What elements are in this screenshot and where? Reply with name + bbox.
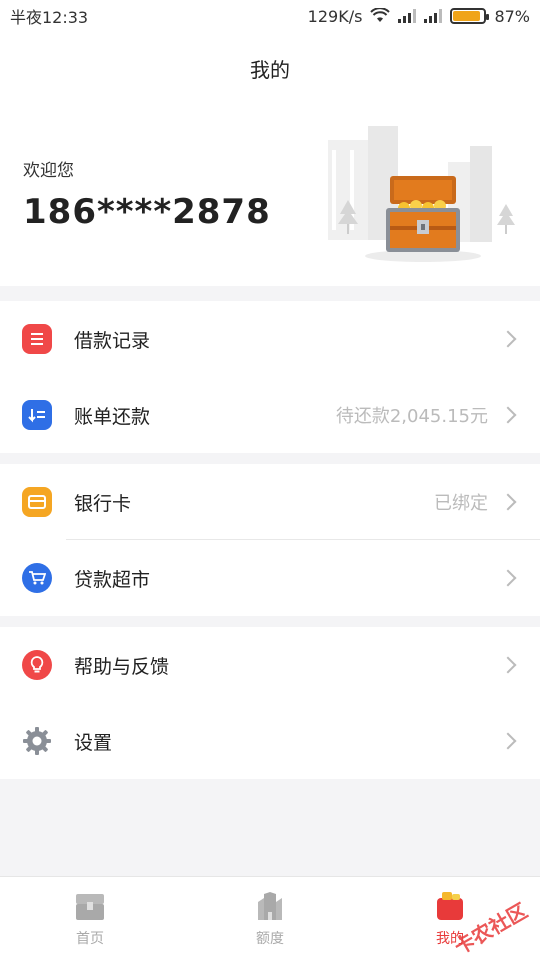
chevron-right-icon [499,406,517,424]
gear-icon [22,726,52,756]
menu-label-loan-market: 贷款超市 [74,568,151,591]
menu-item-bill-repay[interactable]: 账单还款 待还款2,045.15元 [0,377,540,453]
menu-value-bank-card: 已绑定 [434,493,488,514]
status-right: 129K/s 87% [308,7,530,26]
list-icon [22,324,52,354]
battery-fill [453,11,480,21]
wifi-icon [370,8,391,22]
home-chest-icon [76,893,104,920]
lightbulb-icon [22,650,52,680]
menu-item-bank-card[interactable]: 银行卡 已绑定 [0,464,540,540]
tab-quota[interactable]: 额度 [180,877,360,960]
chevron-right-icon [499,569,517,587]
menu-value-bill-repay: 待还款2,045.15元 [335,406,488,427]
tab-label-quota: 额度 [256,930,284,947]
tab-label-home: 首页 [76,930,104,947]
profile-gift-icon [437,891,463,920]
chevron-right-icon [499,493,517,511]
building-icon [258,891,282,920]
chevron-right-icon [499,732,517,750]
shopping-cart-icon [22,563,52,593]
menu-item-loan-market[interactable]: 贷款超市 [0,540,540,616]
battery-percent: 87% [494,6,530,26]
signal-icon [398,9,417,23]
status-time: 半夜12:33 [10,8,89,27]
chevron-right-icon [499,330,517,348]
bank-card-icon [22,487,52,517]
menu-label-help: 帮助与反馈 [74,655,170,678]
repay-icon [22,400,52,430]
menu-group-cards: 银行卡 已绑定 贷款超市 [0,464,540,616]
chevron-right-icon [499,656,517,674]
menu-label-settings: 设置 [74,731,113,754]
menu-item-help[interactable]: 帮助与反馈 [0,627,540,703]
status-bar: 半夜12:33 129K/s 87% [0,0,540,32]
menu-item-settings[interactable]: 设置 [0,703,540,779]
nav-bar: 我的 [0,32,540,104]
menu-label-loan-records: 借款记录 [74,329,151,352]
signal-icon-2 [424,9,443,23]
tab-home[interactable]: 首页 [0,877,180,960]
menu-group-support: 帮助与反馈 设置 [0,627,540,779]
battery-icon [450,8,490,24]
network-speed: 129K/s [307,6,363,26]
treasure-chest-illustration [328,126,515,262]
menu-item-loan-records[interactable]: 借款记录 [0,301,540,377]
profile-header: 欢迎您 186****2878 [0,104,540,286]
menu-group-loans: 借款记录 账单还款 待还款2,045.15元 [0,301,540,453]
menu-label-bank-card: 银行卡 [74,492,132,515]
page-title: 我的 [250,57,290,82]
phone-number: 186****2878 [23,192,271,232]
menu-label-bill-repay: 账单还款 [74,405,151,428]
welcome-text: 欢迎您 [23,161,74,181]
